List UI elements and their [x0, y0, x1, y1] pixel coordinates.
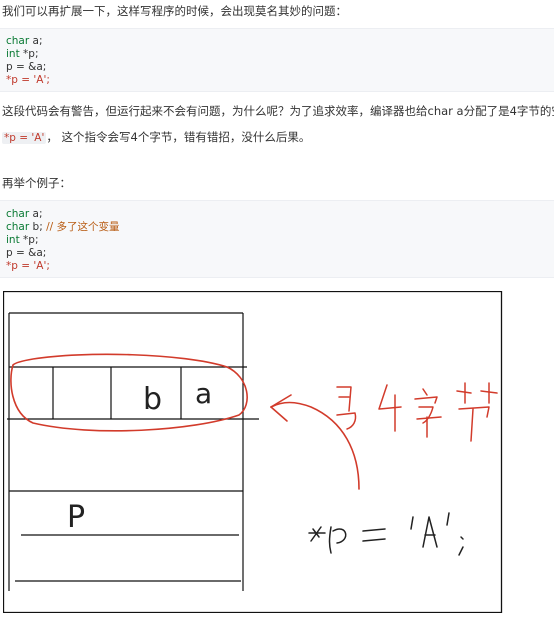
code-text: a;	[29, 208, 43, 220]
code-line: *p = 'A';	[6, 74, 50, 86]
code-text: a;	[29, 35, 43, 47]
cell-label-a: a	[195, 377, 212, 410]
code-block-1: char a; int *p; p = &a; *p = 'A';	[0, 28, 554, 92]
annotation-assign-A	[308, 512, 464, 556]
inline-code: *p = 'A'	[2, 132, 47, 144]
code-type: char	[6, 221, 30, 233]
code-text: *p;	[19, 234, 39, 246]
code-line: int *p;	[6, 48, 39, 60]
code-line: *p = 'A';	[6, 260, 50, 272]
code-line: p = &a;	[6, 61, 46, 73]
code-line: char a;	[6, 35, 43, 47]
code-comment: // 多了这个变量	[42, 221, 120, 233]
explanation-paragraph: 这段代码会有警告，但运行起来不会有问题，为什么呢？为了追求效率，编译器也给cha…	[2, 104, 554, 118]
memory-sketch: b a P	[3, 291, 503, 613]
sketch-frame	[3, 291, 503, 613]
consequence-paragraph: *p = 'A'， 这个指令会写4个字节，错有错招，没什么后果。	[2, 130, 310, 145]
code-type: char	[6, 35, 30, 47]
code-type: char	[6, 208, 30, 220]
code-text: *p = 'A';	[6, 74, 50, 86]
code-type: int	[6, 234, 20, 246]
code-block-2: char a; char b; // 多了这个变量 int *p; p = &a…	[0, 200, 554, 278]
code-text: *p = 'A';	[6, 260, 50, 272]
code-text: *p;	[19, 48, 39, 60]
code-line: char b; // 多了这个变量	[6, 221, 120, 233]
code-text: p = &a;	[6, 247, 47, 259]
code-line: char a;	[6, 208, 43, 220]
red-arrow	[270, 394, 360, 490]
example-heading: 再举个例子：	[2, 176, 71, 190]
pointer-label: P	[67, 500, 85, 535]
code-text: b;	[29, 221, 43, 233]
code-text: p = &a;	[6, 61, 47, 73]
annotation-write-4-bytes	[336, 382, 498, 442]
code-line: int *p;	[6, 234, 39, 246]
consequence-text: ， 这个指令会写4个字节，错有错招，没什么后果。	[46, 130, 311, 144]
code-line: p = &a;	[6, 247, 46, 259]
intro-paragraph: 我们可以再扩展一下，这样写程序的时候，会出现莫名其妙的问题：	[2, 4, 347, 18]
cell-label-b: b	[143, 382, 162, 417]
code-type: int	[6, 48, 20, 60]
